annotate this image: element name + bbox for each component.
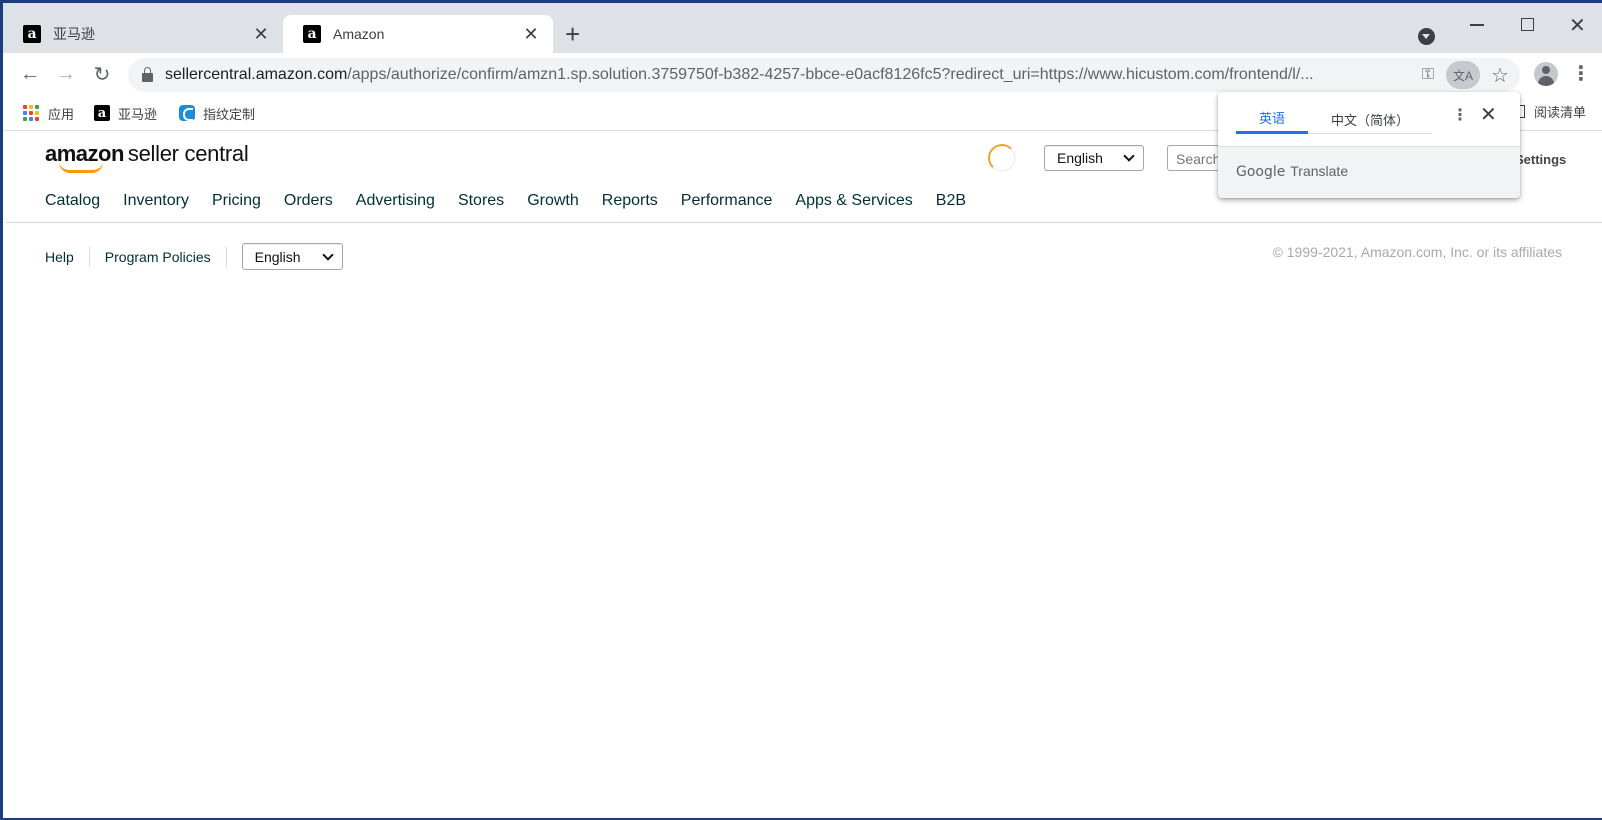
nav-advertising[interactable]: Advertising xyxy=(356,192,435,210)
seller-central-logo[interactable]: amazon seller central xyxy=(45,141,249,173)
back-button[interactable]: ← xyxy=(17,61,43,87)
browser-menu-icon[interactable]: ⋮ xyxy=(1571,61,1591,86)
bookmark-label: 应用 xyxy=(48,106,75,122)
bookmark-apps[interactable]: 应用 xyxy=(23,102,74,124)
chevron-down-icon xyxy=(321,248,334,261)
translate-popup: 英语 中文（简体） ⋮ ✕ Google Translate xyxy=(1218,92,1520,198)
tab-title: Amazon xyxy=(333,26,385,42)
copyright-text: © 1999-2021, Amazon.com, Inc. or its aff… xyxy=(1272,244,1562,260)
bookmark-star-icon[interactable]: ☆ xyxy=(1488,58,1512,92)
close-tab-icon[interactable]: ✕ xyxy=(521,24,541,44)
tab-strip: a 亚马逊 ✕ a Amazon ✕ + ✕ xyxy=(3,3,1602,53)
translate-language-tabs: 英语 中文（简体） xyxy=(1236,104,1432,134)
footer-links: Help Program Policies English xyxy=(45,243,343,270)
lock-icon[interactable] xyxy=(142,66,153,82)
logo-amazon-word: amazon xyxy=(45,141,124,173)
chevron-down-icon xyxy=(1123,150,1135,162)
close-window-button[interactable]: ✕ xyxy=(1569,13,1586,38)
nav-reports[interactable]: Reports xyxy=(602,192,658,210)
password-key-icon[interactable]: ⚿ xyxy=(1416,58,1440,92)
url-text[interactable]: sellercentral.amazon.com/apps/authorize/… xyxy=(165,66,1410,84)
divider xyxy=(225,246,227,267)
nav-inventory[interactable]: Inventory xyxy=(123,192,189,210)
address-bar[interactable]: sellercentral.amazon.com/apps/authorize/… xyxy=(128,58,1520,92)
main-navigation: Catalog Inventory Pricing Orders Adverti… xyxy=(45,192,989,210)
nav-divider xyxy=(6,222,1602,223)
settings-link[interactable]: Settings xyxy=(1515,152,1566,167)
fingerprint-icon xyxy=(179,105,195,121)
maximize-button[interactable] xyxy=(1521,18,1534,31)
nav-performance[interactable]: Performance xyxy=(681,192,773,210)
footer-language-select[interactable]: English xyxy=(241,243,343,270)
amazon-icon: a xyxy=(94,105,110,121)
help-link[interactable]: Help xyxy=(45,249,74,265)
google-translate-brand: Google Translate xyxy=(1236,163,1349,180)
nav-growth[interactable]: Growth xyxy=(527,192,579,210)
tab-search-icon[interactable] xyxy=(1418,28,1435,45)
minimize-button[interactable] xyxy=(1470,24,1484,26)
nav-pricing[interactable]: Pricing xyxy=(212,192,261,210)
bookmark-label: 指纹定制 xyxy=(203,106,256,122)
reload-button[interactable]: ↻ xyxy=(89,61,115,87)
logo-seller-central: seller central xyxy=(127,141,249,166)
bookmark-fingerprint[interactable]: 指纹定制 xyxy=(179,102,255,124)
program-policies-link[interactable]: Program Policies xyxy=(105,249,211,265)
header-language-select[interactable]: English xyxy=(1044,145,1144,171)
tab-amazon-cn[interactable]: a 亚马逊 ✕ xyxy=(3,15,283,53)
more-options-icon[interactable]: ⋮ xyxy=(1452,105,1468,125)
nav-orders[interactable]: Orders xyxy=(284,192,333,210)
nav-stores[interactable]: Stores xyxy=(458,192,504,210)
tab-amazon[interactable]: a Amazon ✕ xyxy=(283,15,553,53)
translate-icon[interactable]: 文A xyxy=(1446,61,1480,89)
tab-target-language[interactable]: 中文（简体） xyxy=(1308,104,1432,134)
close-tab-icon[interactable]: ✕ xyxy=(251,24,271,44)
browser-toolbar: ← → ↻ sellercentral.amazon.com/apps/auth… xyxy=(3,53,1602,97)
forward-button[interactable]: → xyxy=(53,61,79,87)
nav-apps-services[interactable]: Apps & Services xyxy=(795,192,912,210)
tab-title: 亚马逊 xyxy=(53,26,95,42)
translate-footer: Google Translate xyxy=(1218,146,1520,198)
profile-avatar[interactable] xyxy=(1534,62,1558,86)
reading-list-button[interactable]: 阅读清单 xyxy=(1514,102,1586,121)
loading-spinner-icon xyxy=(988,144,1016,172)
apps-grid-icon xyxy=(23,105,39,121)
close-icon[interactable]: ✕ xyxy=(1480,102,1497,127)
bookmark-label: 亚马逊 xyxy=(118,106,158,122)
nav-catalog[interactable]: Catalog xyxy=(45,192,100,210)
divider xyxy=(88,246,90,267)
bookmark-amazon[interactable]: a 亚马逊 xyxy=(94,102,157,124)
amazon-favicon-icon: a xyxy=(23,25,41,43)
browser-window: a 亚马逊 ✕ a Amazon ✕ + ✕ ← → ↻ sellercentr… xyxy=(0,0,1602,820)
nav-b2b[interactable]: B2B xyxy=(936,192,966,210)
amazon-favicon-icon: a xyxy=(303,25,321,43)
new-tab-button[interactable]: + xyxy=(565,21,580,47)
reading-list-label: 阅读清单 xyxy=(1534,105,1587,120)
tab-source-language[interactable]: 英语 xyxy=(1236,104,1308,134)
